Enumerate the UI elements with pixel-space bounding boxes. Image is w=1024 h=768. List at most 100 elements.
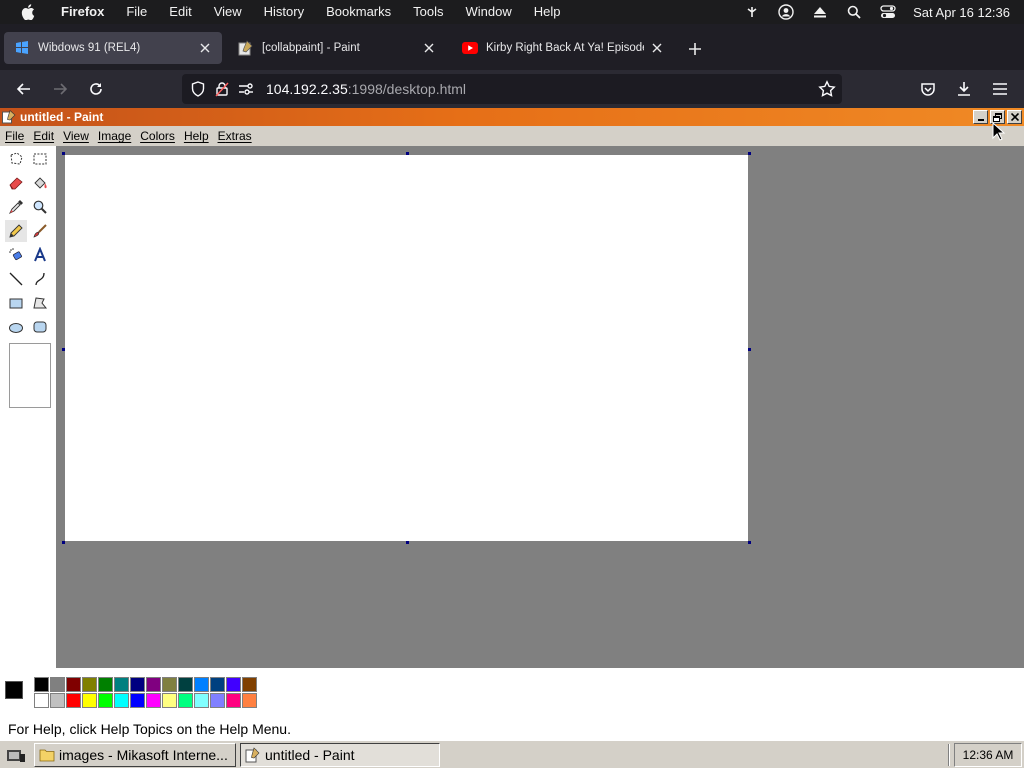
apple-logo-icon[interactable] <box>20 4 36 20</box>
paint-menu-edit[interactable]: Edit <box>28 129 58 143</box>
text-icon[interactable] <box>29 244 51 266</box>
palette-swatch-top-11[interactable] <box>210 677 225 692</box>
eject-icon[interactable] <box>811 3 829 21</box>
paint-window-titlebar[interactable]: untitled - Paint <box>0 108 1024 126</box>
color-picker-icon[interactable] <box>5 196 27 218</box>
rect-select-icon[interactable] <box>29 148 51 170</box>
palette-swatch-bottom-3[interactable] <box>82 693 97 708</box>
airbrush-icon[interactable] <box>5 244 27 266</box>
menu-history[interactable]: History <box>253 0 315 24</box>
paint-menu-extras[interactable]: Extras <box>213 129 256 143</box>
drawing-canvas[interactable] <box>65 155 748 541</box>
close-tab-icon[interactable] <box>198 41 212 55</box>
paint-menu-file[interactable]: File <box>0 129 28 143</box>
palette-swatch-bottom-9[interactable] <box>178 693 193 708</box>
palette-swatch-top-6[interactable] <box>130 677 145 692</box>
palette-swatch-top-2[interactable] <box>66 677 81 692</box>
site-permissions-icon[interactable] <box>238 81 254 97</box>
palette-swatch-top-4[interactable] <box>98 677 113 692</box>
menu-bookmarks[interactable]: Bookmarks <box>315 0 402 24</box>
palette-swatch-top-3[interactable] <box>82 677 97 692</box>
menu-firefox[interactable]: Firefox <box>50 0 115 24</box>
menubar-clock[interactable]: Sat Apr 16 12:36 <box>913 5 1010 20</box>
palette-swatch-top-0[interactable] <box>34 677 49 692</box>
eraser-icon[interactable] <box>5 172 27 194</box>
downloads-button[interactable] <box>952 77 976 101</box>
start-button[interactable] <box>4 746 28 766</box>
new-tab-button[interactable] <box>684 38 706 60</box>
system-tray-clock[interactable]: 12:36 AM <box>954 743 1022 767</box>
insecure-lock-icon[interactable] <box>214 81 230 97</box>
palette-swatch-top-12[interactable] <box>226 677 241 692</box>
palette-swatch-top-7[interactable] <box>146 677 161 692</box>
paint-menu-image[interactable]: Image <box>93 129 135 143</box>
tool-options-box[interactable] <box>9 343 51 408</box>
palette-swatch-bottom-7[interactable] <box>146 693 161 708</box>
back-button[interactable] <box>12 77 36 101</box>
brush-icon[interactable] <box>29 220 51 242</box>
pencil-icon[interactable] <box>5 220 27 242</box>
taskbar-button-paint[interactable]: untitled - Paint <box>240 743 440 767</box>
bookmark-star-icon[interactable] <box>818 80 836 98</box>
paint-menu-view[interactable]: View <box>58 129 93 143</box>
forward-button[interactable] <box>48 77 72 101</box>
palette-swatch-top-5[interactable] <box>114 677 129 692</box>
close-tab-icon[interactable] <box>650 41 664 55</box>
palette-swatch-top-9[interactable] <box>178 677 193 692</box>
rectangle-icon[interactable] <box>5 292 27 314</box>
app-menu-button[interactable] <box>988 77 1012 101</box>
resize-handle-bottom[interactable] <box>406 541 409 544</box>
reload-button[interactable] <box>84 77 108 101</box>
menu-tools[interactable]: Tools <box>402 0 454 24</box>
palette-swatch-bottom-10[interactable] <box>194 693 209 708</box>
ellipse-icon[interactable] <box>5 316 27 338</box>
palette-swatch-top-1[interactable] <box>50 677 65 692</box>
close-button[interactable] <box>1007 110 1022 124</box>
palette-swatch-top-8[interactable] <box>162 677 177 692</box>
palette-swatch-bottom-2[interactable] <box>66 693 81 708</box>
curve-icon[interactable] <box>29 268 51 290</box>
magnifier-icon[interactable] <box>29 196 51 218</box>
url-bar[interactable]: 104.192.2.35:1998/desktop.html <box>182 74 842 104</box>
palette-swatch-bottom-4[interactable] <box>98 693 113 708</box>
tab-collabpaint[interactable]: [collabpaint] - Paint <box>228 32 446 64</box>
control-center-icon[interactable] <box>879 3 897 21</box>
paint-menu-colors[interactable]: Colors <box>135 129 179 143</box>
palette-swatch-bottom-1[interactable] <box>50 693 65 708</box>
tab-wibdows-91[interactable]: Wibdows 91 (REL4) <box>4 32 222 64</box>
line-icon[interactable] <box>5 268 27 290</box>
palette-swatch-bottom-5[interactable] <box>114 693 129 708</box>
free-form-select-icon[interactable] <box>5 148 27 170</box>
palette-swatch-top-13[interactable] <box>242 677 257 692</box>
menu-view[interactable]: View <box>203 0 253 24</box>
palette-swatch-bottom-13[interactable] <box>242 693 257 708</box>
paint-menu-help[interactable]: Help <box>179 129 213 143</box>
foreground-color <box>5 681 23 699</box>
search-icon[interactable] <box>845 3 863 21</box>
url-text[interactable]: 104.192.2.35:1998/desktop.html <box>266 81 466 97</box>
close-tab-icon[interactable] <box>422 41 436 55</box>
fill-bucket-icon[interactable] <box>29 172 51 194</box>
palette-swatch-bottom-12[interactable] <box>226 693 241 708</box>
resize-handle-right[interactable] <box>748 348 751 351</box>
pocket-button[interactable] <box>916 77 940 101</box>
menu-window[interactable]: Window <box>455 0 523 24</box>
rounded-rectangle-icon[interactable] <box>29 316 51 338</box>
palette-swatch-top-10[interactable] <box>194 677 209 692</box>
palette-swatch-bottom-11[interactable] <box>210 693 225 708</box>
palette-swatch-bottom-0[interactable] <box>34 693 49 708</box>
resize-handle-corner[interactable] <box>748 541 751 544</box>
minimize-button[interactable] <box>973 110 988 124</box>
menu-edit[interactable]: Edit <box>158 0 202 24</box>
pocket-icon <box>921 83 935 96</box>
palette-swatch-bottom-8[interactable] <box>162 693 177 708</box>
palette-swatch-bottom-6[interactable] <box>130 693 145 708</box>
tab-kirby-youtube[interactable]: Kirby Right Back At Ya! Episode <box>452 32 674 64</box>
wifi-icon[interactable] <box>743 3 761 21</box>
menu-file[interactable]: File <box>115 0 158 24</box>
tracking-protection-shield-icon[interactable] <box>190 81 206 97</box>
user-icon[interactable] <box>777 3 795 21</box>
polygon-icon[interactable] <box>29 292 51 314</box>
menu-help[interactable]: Help <box>523 0 572 24</box>
taskbar-button-internet-explorer[interactable]: images - Mikasoft Interne... <box>34 743 236 767</box>
